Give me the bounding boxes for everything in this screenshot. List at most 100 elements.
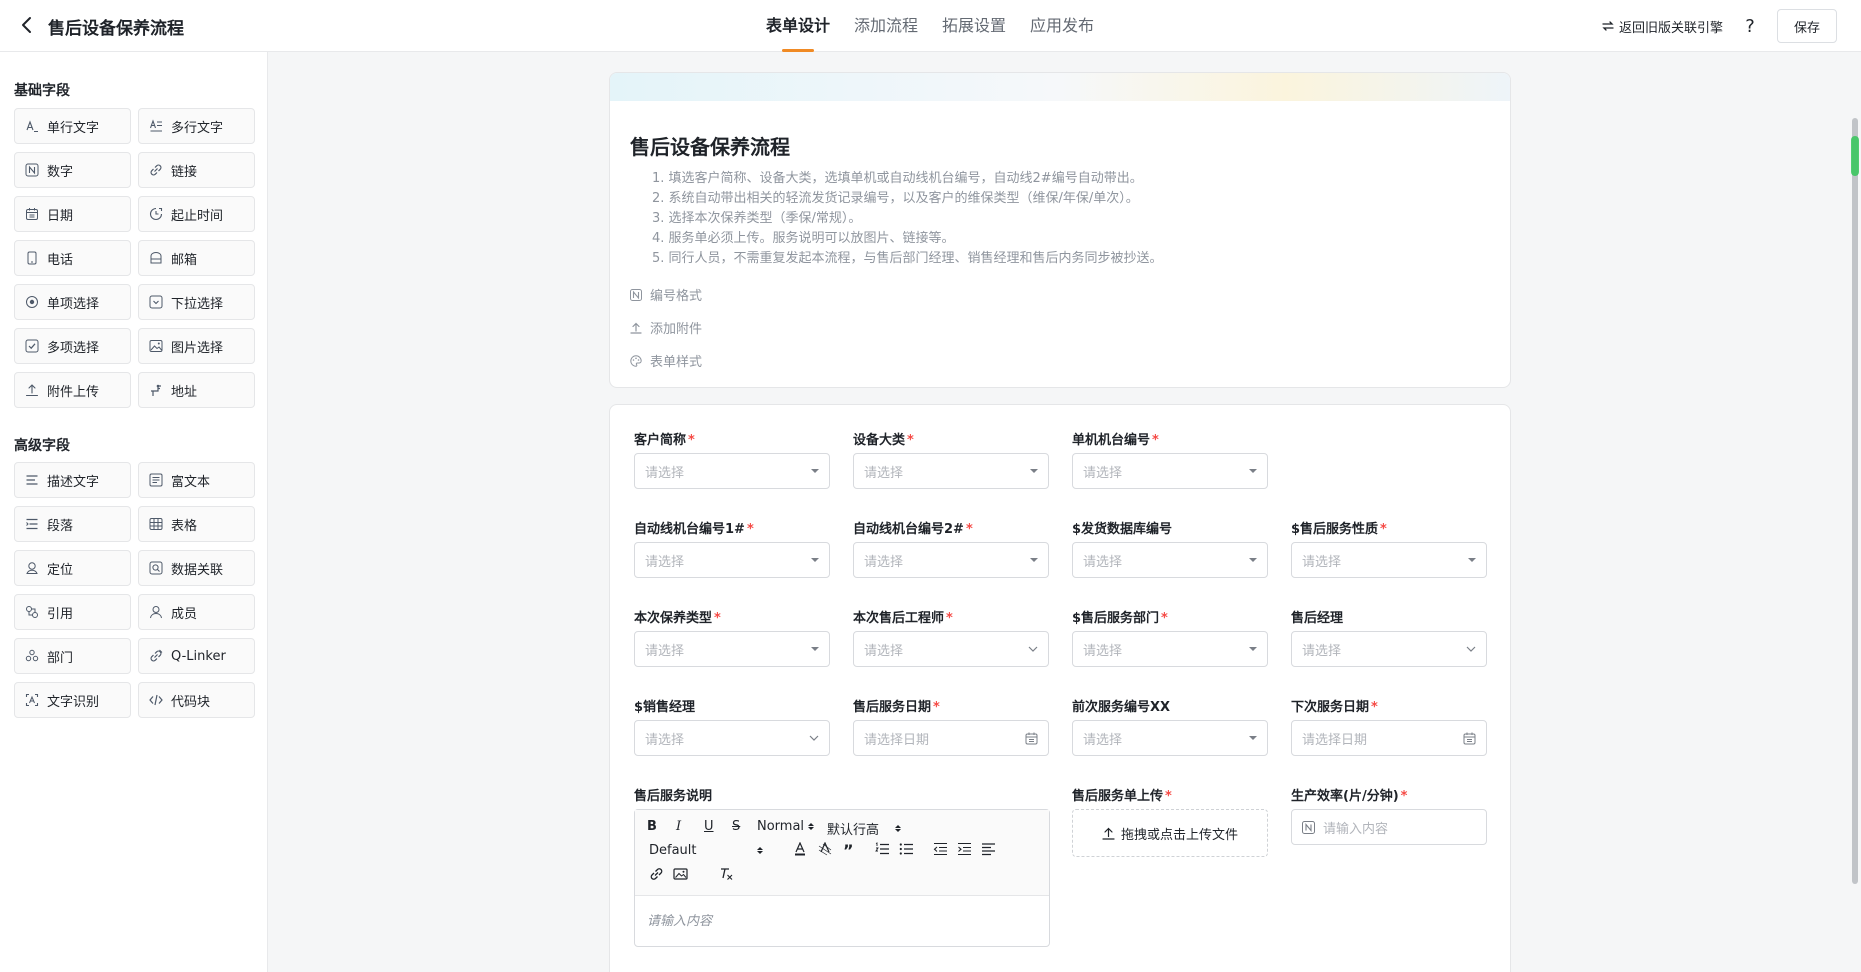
save-button[interactable]: 保存 bbox=[1776, 9, 1837, 43]
font-color-button[interactable] bbox=[793, 842, 807, 856]
field-maintenance-type[interactable]: 本次保养类型 * 请选择 bbox=[634, 607, 830, 667]
tab-extension-settings[interactable]: 拓展设置 bbox=[942, 0, 1006, 52]
tab-add-workflow[interactable]: 添加流程 bbox=[854, 0, 918, 52]
blockquote-button[interactable]: ” bbox=[843, 841, 854, 860]
shipment-db-number-select[interactable]: 请选择 bbox=[1072, 542, 1268, 578]
single-machine-number-select[interactable]: 请选择 bbox=[1072, 453, 1268, 489]
field-type-reference[interactable]: 引用 bbox=[14, 594, 131, 630]
form-style-link[interactable]: 表单样式 bbox=[630, 351, 702, 370]
outdent-button[interactable] bbox=[933, 842, 948, 856]
customer-short-name-select[interactable]: 请选择 bbox=[634, 453, 830, 489]
italic-button[interactable]: I bbox=[676, 819, 681, 834]
field-type-table[interactable]: 表格 bbox=[138, 506, 255, 542]
field-type-qlinker[interactable]: Q-Linker bbox=[138, 638, 255, 674]
field-type-number[interactable]: 数字 bbox=[14, 152, 131, 188]
field-production-efficiency[interactable]: 生产效率(片/分钟) * 请输入内容 bbox=[1291, 785, 1487, 845]
clear-format-button[interactable] bbox=[719, 867, 734, 881]
add-attachment-link[interactable]: 添加附件 bbox=[630, 318, 702, 337]
production-efficiency-input[interactable]: 请输入内容 bbox=[1291, 809, 1487, 845]
field-type-department[interactable]: 部门 bbox=[14, 638, 131, 674]
insert-link-button[interactable] bbox=[649, 867, 664, 881]
field-equipment-category[interactable]: 设备大类 * 请选择 bbox=[853, 429, 1049, 489]
rich-text-editor[interactable]: B I U S Normal 默认行高 Default ” 请输入内容 bbox=[634, 809, 1050, 947]
scrollbar-thumb[interactable] bbox=[1852, 118, 1858, 884]
field-shipment-db-number[interactable]: $发货数据库编号 请选择 bbox=[1072, 518, 1268, 578]
field-type-link[interactable]: 链接 bbox=[138, 152, 255, 188]
font-family-select[interactable]: Default bbox=[649, 843, 763, 858]
field-type-time-range[interactable]: 起止时间 bbox=[138, 196, 255, 232]
service-department-select[interactable]: 请选择 bbox=[1072, 631, 1268, 667]
field-type-dropdown[interactable]: 下拉选择 bbox=[138, 284, 255, 320]
numbering-format-link[interactable]: 编号格式 bbox=[630, 285, 702, 304]
field-type-address[interactable]: 地址 bbox=[138, 372, 255, 408]
field-label: 自动线机台编号1# * bbox=[634, 518, 830, 537]
field-type-text-multi[interactable]: 多行文字 bbox=[138, 108, 255, 144]
rte-content[interactable]: 请输入内容 bbox=[635, 896, 1049, 943]
field-type-image[interactable]: 图片选择 bbox=[138, 328, 255, 364]
field-type-paragraph[interactable]: 段落 bbox=[14, 506, 131, 542]
field-type-ocr[interactable]: 文字识别 bbox=[14, 682, 131, 718]
field-service-description[interactable]: 售后服务说明 B I U S Normal 默认行高 Default ” 请输入… bbox=[634, 785, 1050, 947]
service-nature-select[interactable]: 请选择 bbox=[1291, 542, 1487, 578]
field-customer-short-name[interactable]: 客户简称 * 请选择 bbox=[634, 429, 830, 489]
line-height-select[interactable]: 默认行高 bbox=[827, 819, 902, 838]
field-type-richtext[interactable]: 富文本 bbox=[138, 462, 255, 498]
field-single-machine-number[interactable]: 单机机台编号 * 请选择 bbox=[1072, 429, 1268, 489]
field-sales-manager[interactable]: $销售经理 请选择 bbox=[634, 696, 830, 756]
field-next-service-date[interactable]: 下次服务日期 * 请选择日期 bbox=[1291, 696, 1487, 756]
sales-manager-select[interactable]: 请选择 bbox=[634, 720, 830, 756]
field-service-form-upload[interactable]: 售后服务单上传 * 拖拽或点击上传文件 bbox=[1072, 785, 1268, 857]
bold-button[interactable]: B bbox=[647, 819, 657, 834]
equipment-category-select[interactable]: 请选择 bbox=[853, 453, 1049, 489]
field-type-label: 下拉选择 bbox=[171, 296, 224, 312]
align-button[interactable] bbox=[981, 842, 996, 856]
field-service-date[interactable]: 售后服务日期 * 请选择日期 bbox=[853, 696, 1049, 756]
auto-line-number-1-select[interactable]: 请选择 bbox=[634, 542, 830, 578]
field-previous-service-number[interactable]: 前次服务编号XX 请选择 bbox=[1072, 696, 1268, 756]
field-service-engineer[interactable]: 本次售后工程师 * 请选择 bbox=[853, 607, 1049, 667]
service-date-picker[interactable]: 请选择日期 bbox=[853, 720, 1049, 756]
field-type-location[interactable]: 定位 bbox=[14, 550, 131, 586]
field-type-mail[interactable]: 邮箱 bbox=[138, 240, 255, 276]
field-auto-line-number-1[interactable]: 自动线机台编号1# * 请选择 bbox=[634, 518, 830, 578]
background-color-button[interactable] bbox=[818, 842, 832, 856]
auto-line-number-2-select[interactable]: 请选择 bbox=[853, 542, 1049, 578]
service-engineer-select[interactable]: 请选择 bbox=[853, 631, 1049, 667]
underline-button[interactable]: U bbox=[704, 819, 714, 834]
outdent-icon bbox=[933, 842, 947, 856]
field-type-text-line[interactable]: 单行文字 bbox=[14, 108, 131, 144]
field-service-nature[interactable]: $售后服务性质 * 请选择 bbox=[1291, 518, 1487, 578]
field-type-date[interactable]: 日期 bbox=[14, 196, 131, 232]
strikethrough-button[interactable]: S bbox=[732, 819, 740, 834]
tab-app-publish[interactable]: 应用发布 bbox=[1030, 0, 1094, 52]
indent-button[interactable] bbox=[957, 842, 972, 856]
field-type-radio[interactable]: 单项选择 bbox=[14, 284, 131, 320]
field-service-manager[interactable]: 售后经理 请选择 bbox=[1291, 607, 1487, 667]
field-type-code[interactable]: 代码块 bbox=[138, 682, 255, 718]
field-type-data-link[interactable]: 数据关联 bbox=[138, 550, 255, 586]
field-auto-line-number-2[interactable]: 自动线机台编号2# * 请选择 bbox=[853, 518, 1049, 578]
return-old-engine-link[interactable]: 返回旧版关联引擎 bbox=[1602, 17, 1723, 36]
field-type-checkbox[interactable]: 多项选择 bbox=[14, 328, 131, 364]
service-manager-select[interactable]: 请选择 bbox=[1291, 631, 1487, 667]
basic-fields-title: 基础字段 bbox=[14, 83, 70, 99]
canvas-scrollbar[interactable] bbox=[1849, 52, 1861, 972]
bullet-list-button[interactable] bbox=[899, 842, 914, 856]
form-header-card[interactable]: 售后设备保养流程 1. 填选客户简称、设备大类，选填单机或自动线机台编号，自动线… bbox=[609, 72, 1511, 388]
previous-service-number-select[interactable]: 请选择 bbox=[1072, 720, 1268, 756]
next-service-date-picker[interactable]: 请选择日期 bbox=[1291, 720, 1487, 756]
maintenance-type-select[interactable]: 请选择 bbox=[634, 631, 830, 667]
ordered-list-button[interactable] bbox=[875, 842, 890, 856]
field-type-description[interactable]: 描述文字 bbox=[14, 462, 131, 498]
field-type-member[interactable]: 成员 bbox=[138, 594, 255, 630]
field-service-department[interactable]: $售后服务部门 * 请选择 bbox=[1072, 607, 1268, 667]
font-size-select[interactable]: Normal bbox=[757, 819, 815, 834]
file-upload-dropzone[interactable]: 拖拽或点击上传文件 bbox=[1072, 809, 1268, 857]
back-arrow-icon[interactable] bbox=[16, 14, 38, 36]
select-placeholder: 请选择 bbox=[645, 732, 685, 748]
help-icon[interactable]: ? bbox=[1741, 16, 1759, 37]
field-type-upload[interactable]: 附件上传 bbox=[14, 372, 131, 408]
field-type-phone[interactable]: 电话 bbox=[14, 240, 131, 276]
insert-image-button[interactable] bbox=[673, 867, 688, 881]
tab-form-design[interactable]: 表单设计 bbox=[766, 0, 830, 52]
